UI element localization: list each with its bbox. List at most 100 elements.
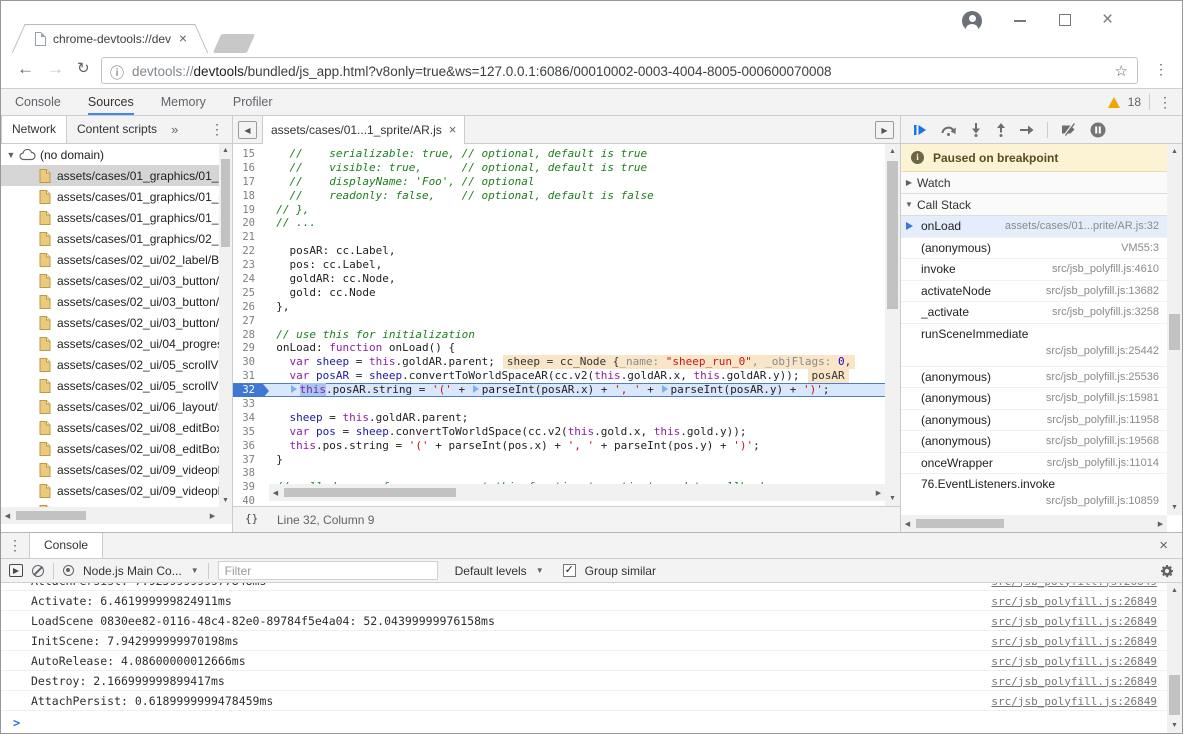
message-source-link[interactable]: src/jsb_polyfill.js:26849	[991, 675, 1157, 688]
scrollbar-thumb[interactable]	[221, 159, 230, 247]
hide-navigator-icon[interactable]: ◀	[238, 121, 257, 139]
code-line[interactable]: 19 // },	[233, 203, 885, 217]
file-tree-item[interactable]: assets/cases/02_ui/04_progres	[1, 333, 219, 354]
line-number[interactable]: 26	[233, 301, 263, 314]
forward-icon[interactable]: →	[47, 59, 64, 79]
code-line[interactable]: 18 // readonly: false, // optional, defa…	[233, 189, 885, 203]
line-number[interactable]: 27	[233, 315, 263, 328]
new-tab-button[interactable]	[213, 34, 255, 53]
line-number[interactable]: 17	[233, 176, 263, 189]
watch-section-header[interactable]: ▶ Watch	[901, 172, 1167, 194]
line-number[interactable]: 36	[233, 440, 263, 453]
navigator-tab-content-scripts[interactable]: Content scripts	[67, 116, 167, 143]
scrollbar-thumb[interactable]	[887, 161, 898, 309]
warning-icon[interactable]	[1108, 97, 1120, 108]
line-number[interactable]: 38	[233, 467, 263, 480]
callstack-frame[interactable]: (anonymous)src/jsb_polyfill.js:25536	[901, 367, 1167, 389]
scroll-down-icon[interactable]: ▼	[219, 494, 232, 507]
browser-tab[interactable]: chrome-devtools://dev ×	[27, 24, 193, 53]
code-line[interactable]: 21	[233, 230, 885, 244]
scroll-down-icon[interactable]: ▼	[1167, 718, 1182, 733]
drawer-tab-console[interactable]: Console	[29, 533, 103, 558]
line-number[interactable]: 29	[233, 342, 263, 355]
scroll-up-icon[interactable]: ▲	[219, 144, 232, 157]
file-tree-item[interactable]: assets/cases/01_graphics/01_s	[1, 165, 219, 186]
continue-to-here-icon[interactable]	[473, 385, 479, 393]
navigator-tab-network[interactable]: Network	[1, 116, 67, 143]
callstack-frame[interactable]: (anonymous)VM55:3	[901, 238, 1167, 260]
minimize-button[interactable]	[1014, 20, 1026, 22]
code-line[interactable]: 33	[233, 397, 885, 411]
tab-close-icon[interactable]: ×	[179, 31, 187, 45]
file-tree-item[interactable]: assets/cases/01_graphics/02_p	[1, 228, 219, 249]
devtools-tab-profiler[interactable]: Profiler	[233, 89, 273, 115]
scrollbar-thumb[interactable]	[1169, 675, 1180, 715]
line-number[interactable]: 25	[233, 287, 263, 300]
line-number[interactable]: 22	[233, 245, 263, 258]
line-number[interactable]: 16	[233, 162, 263, 175]
warning-count[interactable]: 18	[1128, 95, 1141, 109]
group-similar-checkbox[interactable]	[563, 564, 576, 577]
code-line[interactable]: 27	[233, 314, 885, 328]
scroll-right-icon[interactable]: ▶	[872, 484, 885, 501]
message-source-link[interactable]: src/jsb_polyfill.js:26849	[991, 635, 1157, 648]
scroll-left-icon[interactable]: ◀	[269, 484, 282, 501]
editor-tab[interactable]: assets/cases/01...1_sprite/AR.js×	[263, 116, 465, 144]
pretty-print-icon[interactable]: {}	[245, 512, 258, 525]
message-source-link[interactable]: src/jsb_polyfill.js:26849	[991, 583, 1157, 588]
code-line[interactable]: 22 posAR: cc.Label,	[233, 244, 885, 258]
callstack-frame[interactable]: invokesrc/jsb_polyfill.js:4610	[901, 259, 1167, 281]
message-source-link[interactable]: src/jsb_polyfill.js:26849	[991, 655, 1157, 668]
message-source-link[interactable]: src/jsb_polyfill.js:26849	[991, 595, 1157, 608]
callstack-frame[interactable]: activateNodesrc/jsb_polyfill.js:13682	[901, 281, 1167, 303]
line-number[interactable]: 20	[233, 217, 263, 230]
resume-icon[interactable]	[913, 124, 927, 136]
expand-arrow-icon[interactable]: ▼	[5, 150, 17, 160]
file-tree-item[interactable]: assets/cases/02_ui/03_button/	[1, 312, 219, 333]
file-tree-item[interactable]: assets/cases/02_ui/02_label/Bi	[1, 249, 219, 270]
callstack-frame[interactable]: runSceneImmediatesrc/jsb_polyfill.js:254…	[901, 324, 1167, 367]
callstack-frame[interactable]: (anonymous)src/jsb_polyfill.js:19568	[901, 431, 1167, 453]
levels-dropdown[interactable]: Default levels	[455, 564, 527, 578]
navigator-vertical-scrollbar[interactable]: ▲ ▼	[219, 144, 232, 507]
line-number[interactable]: 19	[233, 204, 263, 217]
line-number[interactable]: 18	[233, 190, 263, 203]
expand-arrow-icon[interactable]: ▼	[901, 200, 917, 209]
reload-icon[interactable]: ↻	[77, 59, 90, 77]
chevron-down-icon[interactable]: ▼	[191, 566, 199, 575]
code-line[interactable]: 16 // visible: true, // optional, defaul…	[233, 161, 885, 175]
address-bar[interactable]: ⓘ devtools://devtools/bundled/js_app.htm…	[101, 57, 1138, 84]
line-number[interactable]: 21	[233, 231, 263, 244]
debugger-vertical-scrollbar[interactable]: ▲ ▼	[1167, 144, 1182, 515]
code-line[interactable]: 23 pos: cc.Label,	[233, 258, 885, 272]
scroll-left-icon[interactable]: ◀	[1, 507, 14, 524]
navigator-menu-icon[interactable]: ⋮	[210, 116, 232, 143]
line-number[interactable]: 30	[233, 356, 263, 369]
code-line[interactable]: 34 sheep = this.goldAR.parent;	[233, 411, 885, 425]
console-prompt-icon[interactable]: >	[1, 711, 1167, 730]
file-tree-item[interactable]: assets/cases/02_ui/06_layout/S	[1, 396, 219, 417]
browser-menu-icon[interactable]: ⋮	[1154, 61, 1168, 78]
info-circle-icon[interactable]: ⓘ	[110, 63, 124, 83]
callstack-frame[interactable]: onLoadassets/cases/01...prite/AR.js:32	[901, 216, 1167, 238]
scrollbar-thumb[interactable]	[284, 488, 456, 497]
code-line[interactable]: 15 // serializable: true, // optional, d…	[233, 147, 885, 161]
file-tree-item[interactable]: assets/cases/02_ui/03_button/	[1, 291, 219, 312]
drawer-menu-icon[interactable]: ⋮	[1, 533, 29, 558]
continue-to-here-icon[interactable]	[291, 385, 297, 393]
line-number[interactable]: 33	[233, 398, 263, 411]
editor-tab-close-icon[interactable]: ×	[449, 122, 457, 137]
deactivate-breakpoints-icon[interactable]	[1061, 123, 1077, 136]
callstack-frame[interactable]: onceWrappersrc/jsb_polyfill.js:11014	[901, 453, 1167, 475]
code-line[interactable]: 24 goldAR: cc.Node,	[233, 272, 885, 286]
editor-vertical-scrollbar[interactable]: ▲ ▼	[885, 144, 900, 506]
chevron-down-icon[interactable]: ▼	[536, 566, 544, 575]
line-number[interactable]: 15	[233, 148, 263, 161]
code-line[interactable]: 28 // use this for initialization	[233, 328, 885, 342]
code-line[interactable]: 36 this.pos.string = '(' + parseInt(pos.…	[233, 439, 885, 453]
settings-gear-icon[interactable]	[1160, 564, 1174, 578]
file-tree-item[interactable]: assets/cases/02_ui/08_editBox	[1, 438, 219, 459]
devtools-tab-memory[interactable]: Memory	[161, 89, 206, 115]
line-number[interactable]: 40	[233, 495, 263, 506]
step-icon[interactable]	[1020, 125, 1034, 135]
